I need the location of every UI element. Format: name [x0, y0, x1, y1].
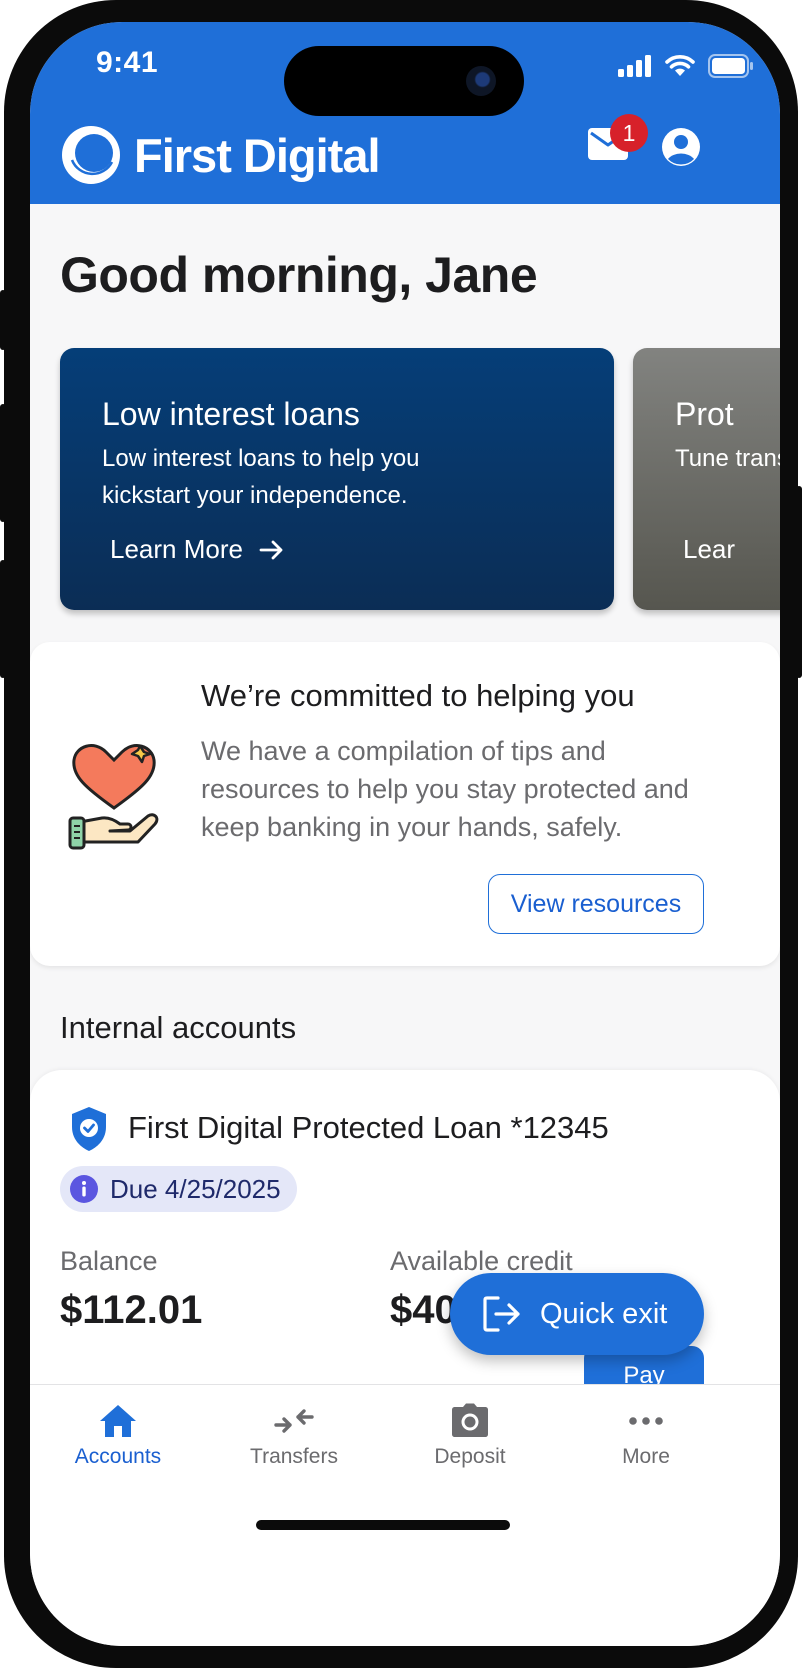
quick-exit-button[interactable]: Quick exit: [450, 1273, 704, 1355]
battery-icon: [708, 54, 753, 78]
arrow-right-icon: [259, 540, 283, 559]
info-icon: [70, 1175, 98, 1203]
volume-down-button: [0, 560, 6, 678]
notification-badge: 1: [610, 114, 648, 152]
brand-name: First Digital: [134, 128, 381, 182]
front-camera: [466, 66, 496, 96]
learn-more-label: Lear: [683, 534, 736, 564]
nav-label: Transfers: [250, 1445, 338, 1468]
nav-item-transfers[interactable]: Transfers: [224, 1403, 364, 1469]
status-time: 9:41: [96, 46, 159, 79]
learn-more-link[interactable]: Learn More: [110, 534, 285, 565]
home-indicator[interactable]: [256, 1520, 510, 1530]
internal-accounts-heading: Internal accounts: [60, 1010, 297, 1045]
due-date-text: Due 4/25/2025: [110, 1173, 281, 1204]
available-credit-value: $40: [390, 1288, 457, 1332]
nav-item-deposit[interactable]: Deposit: [400, 1403, 540, 1469]
due-date-badge: Due 4/25/2025: [60, 1166, 297, 1212]
screen: 9:41 First Digital 1 Good morning, Jane …: [30, 22, 780, 1646]
quick-exit-label: Quick exit: [540, 1297, 668, 1330]
wifi-icon: [665, 55, 695, 76]
cellular-signal-icon: [618, 55, 651, 77]
nav-item-more[interactable]: More: [576, 1403, 716, 1469]
learn-more-link[interactable]: Lear: [683, 534, 735, 565]
nav-label: More: [622, 1445, 670, 1468]
more-dots-icon: [629, 1417, 663, 1425]
view-resources-button[interactable]: View resources: [488, 874, 704, 934]
status-icons: [618, 52, 754, 80]
power-button: [796, 486, 802, 678]
dynamic-island: [284, 46, 524, 116]
messages-button[interactable]: 1: [586, 114, 648, 162]
promo-title: Prot: [675, 396, 734, 432]
promo-body: Low interest loans to help you kickstart…: [102, 445, 420, 509]
brand-logo[interactable]: First Digital: [60, 124, 381, 186]
shield-check-icon: [72, 1107, 106, 1151]
nav-item-accounts[interactable]: Accounts: [48, 1403, 188, 1469]
app-header: 9:41 First Digital 1: [30, 22, 780, 204]
help-card-body: We have a compilation of tips and resour…: [201, 736, 689, 842]
account-name: First Digital Protected Loan *12345: [128, 1110, 609, 1145]
nav-label: Deposit: [434, 1445, 506, 1468]
greeting-heading: Good morning, Jane: [60, 247, 538, 303]
promo-body: Tune transf: [675, 445, 780, 472]
profile-button[interactable]: [660, 126, 702, 168]
promo-card-protect[interactable]: Prot Tune transf Lear: [633, 348, 780, 610]
promo-card-loans[interactable]: Low interest loans Low interest loans to…: [60, 348, 614, 610]
learn-more-label: Learn More: [110, 534, 243, 564]
bottom-navigation: Accounts Transfers Deposit More: [30, 1384, 780, 1646]
help-resources-card: We’re committed to helping you We have a…: [30, 642, 780, 966]
phone-frame: 9:41 First Digital 1 Good morning, Jane …: [0, 0, 802, 1668]
first-digital-logo-icon: [62, 126, 120, 184]
user-avatar-icon: [662, 128, 700, 166]
help-card-title: We’re committed to helping you: [201, 678, 635, 713]
balance-label: Balance: [60, 1246, 158, 1276]
camera-icon: [452, 1403, 488, 1437]
exit-icon: [483, 1296, 520, 1332]
home-icon: [100, 1405, 136, 1437]
heart-in-hand-icon: [68, 744, 159, 850]
volume-up-button: [0, 404, 6, 522]
balance-value: $112.01: [60, 1288, 203, 1332]
promo-title: Low interest loans: [102, 396, 360, 432]
nav-label: Accounts: [74, 1445, 162, 1468]
action-button: [0, 290, 6, 350]
transfer-arrows-icon: [274, 1409, 314, 1433]
